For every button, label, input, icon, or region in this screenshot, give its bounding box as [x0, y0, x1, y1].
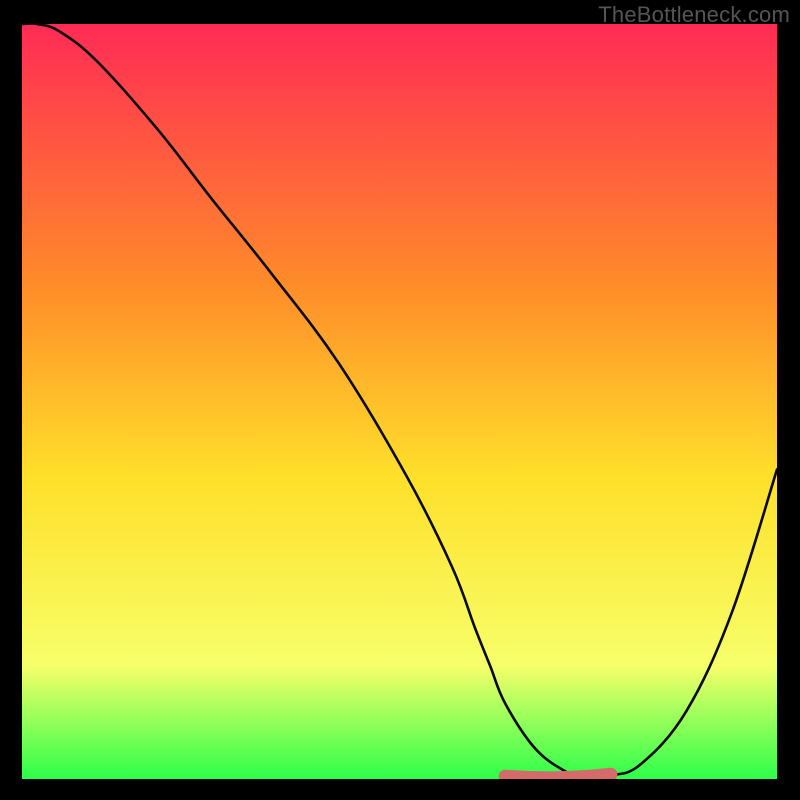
chart-container: TheBottleneck.com — [0, 0, 800, 800]
watermark-text: TheBottleneck.com — [598, 2, 790, 28]
chart-svg — [22, 24, 777, 779]
optimal-range-segment — [505, 774, 611, 778]
plot-area — [22, 24, 777, 779]
gradient-background — [22, 24, 777, 779]
